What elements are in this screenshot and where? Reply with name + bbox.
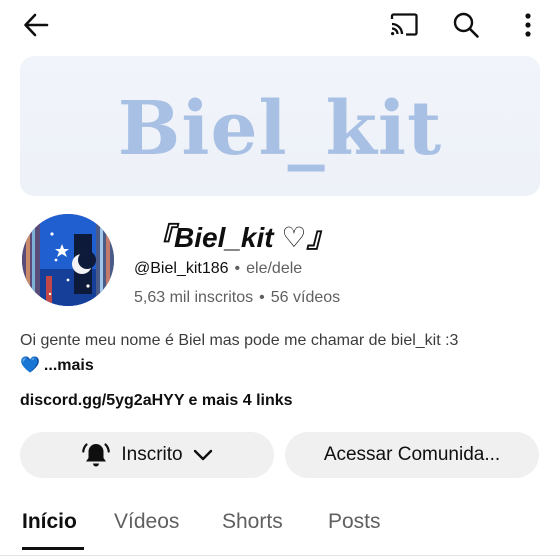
discord-link[interactable]: discord.gg/5yg2aHYY — [20, 392, 185, 409]
banner-text: Biel_kit — [117, 86, 443, 172]
community-label: Acessar Comunida... — [323, 444, 501, 465]
subscriber-count: 5,63 mil inscritos — [134, 289, 254, 306]
separator-dot: • — [234, 260, 241, 277]
subscribed-button[interactable]: Inscrito — [20, 432, 274, 478]
more-links-text[interactable]: e mais 4 links — [189, 392, 293, 409]
channel-tabs: Início Vídeos Shorts Posts — [0, 496, 560, 556]
community-button[interactable]: Acessar Comunida... — [285, 432, 539, 478]
search-icon — [453, 12, 479, 38]
channel-stats-line: 5,63 mil inscritos • 56 vídeos — [134, 289, 340, 307]
channel-avatar[interactable] — [22, 214, 114, 306]
description-text: Oi gente meu nome é Biel mas pode me cha… — [20, 332, 459, 349]
subscribed-label: Inscrito — [121, 444, 183, 465]
tab-posts[interactable]: Posts — [328, 510, 381, 534]
blue-heart-emoji: 💙 — [20, 357, 40, 374]
channel-handle-line: @Biel_kit186 • ele/dele — [134, 260, 302, 278]
bell-ring-icon — [82, 443, 111, 467]
active-tab-indicator — [22, 547, 84, 550]
channel-banner: Biel_kit — [20, 56, 540, 196]
channel-description[interactable]: Oi gente meu nome é Biel mas pode me cha… — [20, 328, 544, 378]
top-app-bar — [0, 0, 560, 50]
video-count: 56 vídeos — [270, 289, 341, 306]
tab-videos[interactable]: Vídeos — [114, 510, 179, 534]
separator-dot: • — [259, 289, 265, 306]
tab-inicio[interactable]: Início — [22, 510, 77, 534]
back-button[interactable] — [14, 6, 58, 44]
channel-handle: @Biel_kit186 — [134, 260, 229, 277]
channel-name: 『Biel_kit ♡』 — [146, 222, 335, 253]
more-options-button[interactable] — [508, 6, 548, 44]
cast-icon — [390, 13, 418, 36]
channel-pronouns: ele/dele — [246, 260, 303, 277]
more-vertical-icon — [525, 13, 531, 37]
more-link[interactable]: ...mais — [44, 357, 94, 374]
cast-button[interactable] — [382, 6, 426, 44]
tab-shorts[interactable]: Shorts — [222, 510, 283, 534]
arrow-left-icon — [24, 13, 49, 37]
chevron-down-icon — [193, 449, 212, 461]
search-button[interactable] — [444, 6, 488, 44]
avatar-image — [22, 214, 114, 306]
channel-links: discord.gg/5yg2aHYY e mais 4 links — [20, 392, 293, 410]
